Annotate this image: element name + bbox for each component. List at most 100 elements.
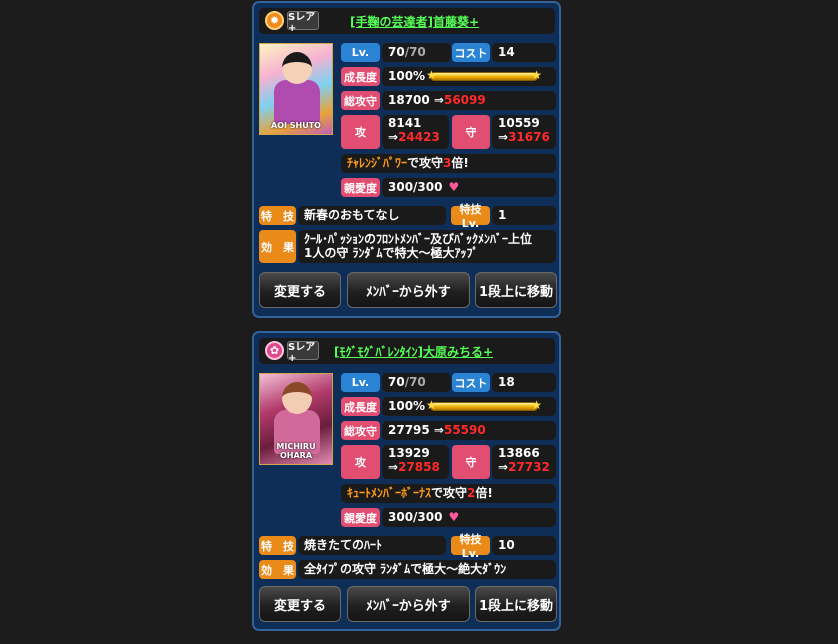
bonus-multiplier: 3 — [443, 155, 452, 170]
attack-value: 13929 ⇒27858 — [382, 445, 449, 479]
total-boost: 56099 — [443, 92, 486, 107]
effect-text: 全ﾀｲﾌﾟの攻守 ﾗﾝﾀﾞﾑで極大〜絶大ﾀﾞｳﾝ — [298, 560, 556, 579]
remove-member-button[interactable]: ﾒﾝﾊﾞｰから外す — [347, 586, 470, 622]
level-label: Lv. — [341, 373, 380, 392]
level-current: 70 — [388, 44, 405, 59]
level-value: 70/70 — [382, 373, 451, 392]
growth-row: 100% ★ ★ — [382, 397, 556, 416]
bonus-row: ﾁｬﾚﾝｼﾞﾊﾟﾜｰ で攻守 3 倍! — [341, 154, 556, 173]
total-row: 27795 ⇒ 55590 — [382, 421, 556, 440]
sun-icon: ✹ — [265, 11, 284, 30]
heart-icon: ♥ — [448, 179, 460, 194]
effect-text: ｸｰﾙ･ﾊﾟｯｼｮﾝのﾌﾛﾝﾄﾒﾝﾊﾞｰ及びﾊﾞｯｸﾒﾝﾊﾞｰ上位 1人の守 ﾗ… — [298, 230, 556, 263]
cost-label: コスト — [452, 43, 490, 62]
affection-value: 300/300 — [388, 179, 443, 194]
cost-value: 18 — [492, 373, 556, 392]
bonus-multiplier: 2 — [467, 485, 476, 500]
growth-value: 100% — [388, 398, 426, 413]
bonus-type: ﾁｬﾚﾝｼﾞﾊﾟﾜｰ — [347, 155, 408, 170]
thumb-caption: AOI SHUTO — [271, 121, 321, 130]
attack-label: 攻 — [341, 445, 380, 479]
card-name-link[interactable]: [手鞠の芸達者]首藤葵+ — [350, 13, 479, 30]
bonus-suffix: 倍! — [475, 485, 493, 500]
attack-base: 8141 — [388, 116, 422, 130]
attack-base: 13929 — [388, 446, 430, 460]
attack-boost: 24423 — [398, 129, 440, 144]
total-base: 18700 ⇒ — [388, 92, 444, 107]
total-row: 18700 ⇒ 56099 — [382, 91, 556, 110]
effect-line: 1人の守 ﾗﾝﾀﾞﾑで特大〜極大ｱｯﾌﾟ — [304, 245, 479, 260]
move-up-button[interactable]: 1段上に移動 — [475, 586, 557, 622]
level-current: 70 — [388, 374, 405, 389]
affection-value: 300/300 — [388, 509, 443, 524]
skill-label: 特 技 — [259, 536, 296, 555]
card-header: ✹ Sレア+ [手鞠の芸達者]首藤葵+ — [259, 8, 555, 34]
move-up-button[interactable]: 1段上に移動 — [475, 272, 557, 308]
skill-label: 特 技 — [259, 206, 296, 225]
card-thumbnail[interactable]: AOI SHUTO — [259, 43, 333, 135]
idol-face — [282, 382, 312, 414]
effect-line: 全ﾀｲﾌﾟの攻守 ﾗﾝﾀﾞﾑで極大〜絶大ﾀﾞｳﾝ — [304, 561, 507, 576]
flower-icon: ✿ — [265, 341, 284, 360]
skill-name: 焼きたてのﾊｰﾄ — [298, 536, 446, 555]
bonus-suffix: 倍! — [451, 155, 469, 170]
skill-level-value: 10 — [492, 536, 556, 555]
level-value: 70/70 — [382, 43, 451, 62]
attack-boost: 27858 — [398, 459, 440, 474]
idol-face — [282, 52, 312, 84]
affection-label: 親愛度 — [341, 178, 380, 197]
bonus-type: ｷｭｰﾄﾒﾝﾊﾞｰﾎﾞｰﾅｽ — [347, 485, 432, 500]
card-header: ✿ Sレア+ [ﾓｸﾞﾓｸﾞﾊﾞﾚﾝﾀｲﾝ]大原みちる+ — [259, 338, 555, 364]
idol-card-1: ✹ Sレア+ [手鞠の芸達者]首藤葵+ AOI SHUTO Lv. 70/70 … — [252, 1, 561, 318]
affection-row: 300/300 ♥ — [382, 508, 556, 527]
growth-row: 100% ★ ★ — [382, 67, 556, 86]
bonus-text: で攻守 — [431, 485, 468, 500]
heart-icon: ♥ — [448, 509, 460, 524]
cost-label: コスト — [452, 373, 490, 392]
defense-boost: 31676 — [508, 129, 550, 144]
affection-label: 親愛度 — [341, 508, 380, 527]
remove-member-button[interactable]: ﾒﾝﾊﾞｰから外す — [347, 272, 470, 308]
change-button[interactable]: 変更する — [259, 586, 341, 622]
attack-label: 攻 — [341, 115, 380, 149]
total-base: 27795 ⇒ — [388, 422, 444, 437]
star-icon: ★ — [426, 398, 437, 412]
star-icon: ★ — [531, 68, 542, 82]
skill-level-label: 特技Lv. — [451, 533, 490, 560]
rarity-badge: Sレア+ — [287, 11, 319, 34]
bonus-row: ｷｭｰﾄﾒﾝﾊﾞｰﾎﾞｰﾅｽ で攻守 2 倍! — [341, 484, 556, 503]
skill-level-label: 特技Lv. — [451, 203, 490, 230]
cost-value: 14 — [492, 43, 556, 62]
level-label: Lv. — [341, 43, 380, 62]
level-max: /70 — [404, 374, 426, 389]
total-label: 総攻守 — [341, 91, 380, 110]
defense-boost: 27732 — [508, 459, 550, 474]
defense-label: 守 — [452, 115, 490, 149]
growth-label: 成長度 — [341, 67, 380, 86]
card-thumbnail[interactable]: MICHIRU OHARA — [259, 373, 333, 465]
star-icon: ★ — [426, 68, 437, 82]
effect-label: 効 果 — [259, 230, 296, 263]
total-label: 総攻守 — [341, 421, 380, 440]
idol-card-2: ✿ Sレア+ [ﾓｸﾞﾓｸﾞﾊﾞﾚﾝﾀｲﾝ]大原みちる+ MICHIRU OHA… — [252, 331, 561, 631]
defense-base: 13866 — [498, 446, 540, 460]
star-icon: ★ — [531, 398, 542, 412]
growth-value: 100% — [388, 68, 426, 83]
rarity-badge: Sレア+ — [287, 341, 319, 364]
total-boost: 55590 — [443, 422, 486, 437]
growth-gauge: ★ ★ — [426, 398, 542, 412]
defense-label: 守 — [452, 445, 490, 479]
defense-value: 10559 ⇒31676 — [492, 115, 556, 149]
defense-value: 13866 ⇒27732 — [492, 445, 556, 479]
defense-base: 10559 — [498, 116, 540, 130]
skill-name: 新春のおもてなし — [298, 206, 446, 225]
card-name-link[interactable]: [ﾓｸﾞﾓｸﾞﾊﾞﾚﾝﾀｲﾝ]大原みちる+ — [334, 343, 493, 360]
affection-row: 300/300 ♥ — [382, 178, 556, 197]
change-button[interactable]: 変更する — [259, 272, 341, 308]
skill-level-value: 1 — [492, 206, 556, 225]
level-max: /70 — [404, 44, 426, 59]
bonus-text: で攻守 — [407, 155, 444, 170]
attack-value: 8141 ⇒24423 — [382, 115, 449, 149]
growth-label: 成長度 — [341, 397, 380, 416]
effect-label: 効 果 — [259, 560, 296, 579]
